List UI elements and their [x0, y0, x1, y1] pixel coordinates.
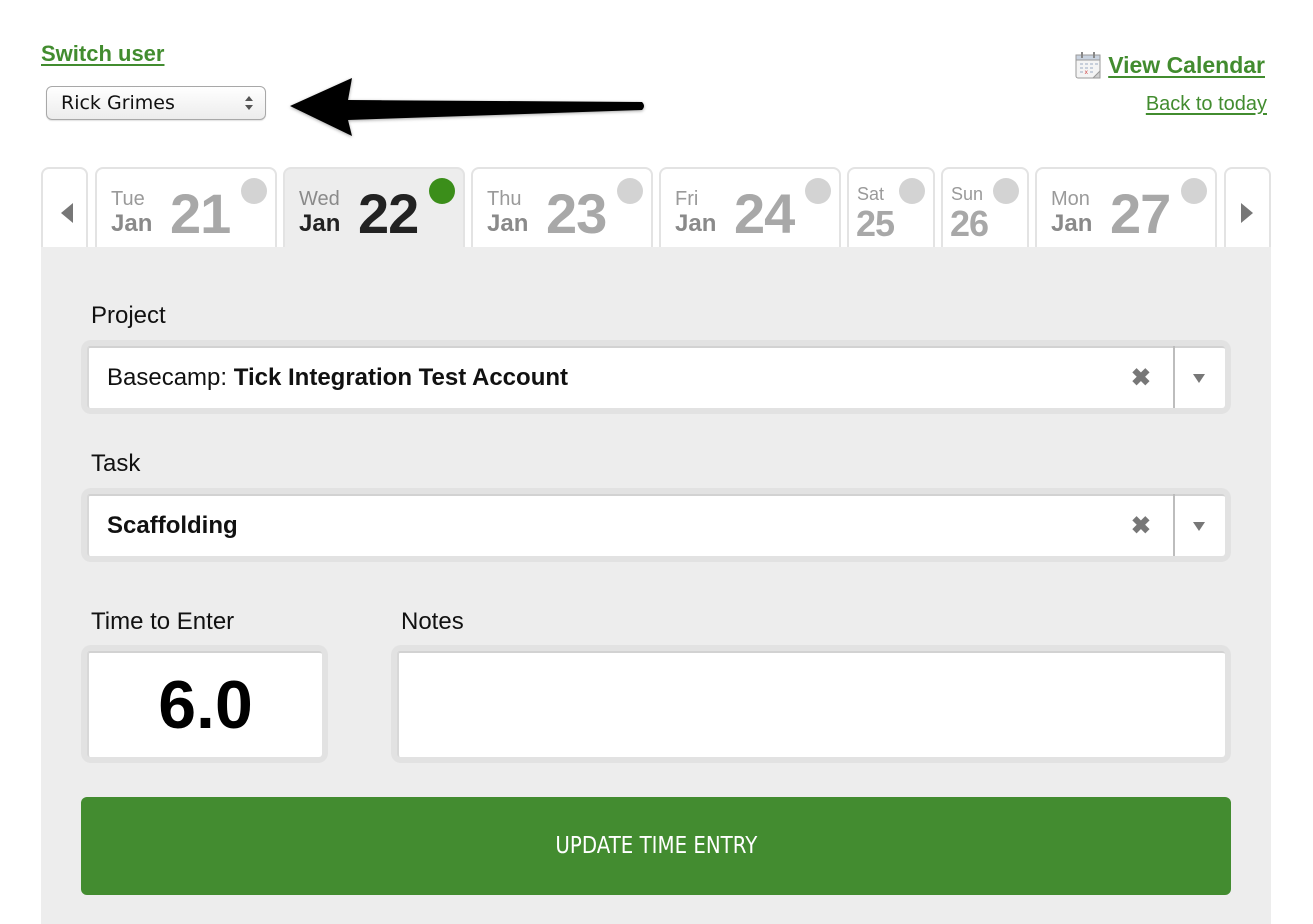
- day-tab-wed-22[interactable]: Wed Jan 22: [283, 167, 465, 247]
- status-dot-icon: [805, 178, 831, 204]
- day-tab-month: Jan: [487, 210, 529, 237]
- task-label: Task: [91, 450, 141, 477]
- view-calendar-link[interactable]: View Calendar: [1108, 52, 1265, 79]
- day-tab-dow: Sun: [951, 184, 984, 204]
- calendar-icon: x: [1075, 52, 1101, 79]
- notes-textarea[interactable]: [397, 651, 1225, 757]
- chevron-down-icon[interactable]: [1193, 374, 1205, 383]
- day-tab-number: 26: [950, 203, 989, 244]
- day-tab-month: Jan: [111, 210, 153, 237]
- select-updown-icon: [245, 95, 253, 111]
- notes-label: Notes: [401, 608, 464, 635]
- switch-user-link[interactable]: Switch user: [41, 41, 164, 67]
- project-field-well: Basecamp: Tick Integration Test Account …: [81, 340, 1231, 414]
- day-tab-number: 21: [170, 182, 231, 245]
- day-tab-dow: Tue: [111, 188, 145, 210]
- chevron-down-icon[interactable]: [1193, 522, 1205, 531]
- project-clear-icon[interactable]: ✖: [1131, 364, 1151, 393]
- day-tab-month: Jan: [675, 210, 717, 237]
- task-field-well: Scaffolding ✖: [81, 488, 1231, 562]
- time-input[interactable]: 6.0: [87, 651, 322, 757]
- task-clear-icon[interactable]: ✖: [1131, 512, 1151, 541]
- chevron-right-icon: [1241, 203, 1253, 223]
- day-tab-fri-24[interactable]: Fri Jan 24: [659, 167, 841, 247]
- next-week-button[interactable]: [1224, 167, 1271, 247]
- task-select-value: Scaffolding: [107, 512, 238, 540]
- project-select-value: Basecamp: Tick Integration Test Account: [107, 364, 568, 392]
- status-dot-icon: [899, 178, 925, 204]
- day-tab-month: Jan: [299, 210, 341, 237]
- status-dot-icon: [617, 178, 643, 204]
- project-label: Project: [91, 302, 166, 329]
- day-tabs: Tue Jan 21 Wed Jan 22 Thu Jan 23 Fri Jan…: [41, 167, 1271, 247]
- project-select[interactable]: Basecamp: Tick Integration Test Account …: [87, 346, 1225, 408]
- project-source: Basecamp:: [107, 364, 234, 391]
- day-tab-number: 23: [546, 182, 607, 245]
- day-tab-number: 22: [358, 182, 419, 245]
- status-dot-icon: [993, 178, 1019, 204]
- status-dot-icon: [1181, 178, 1207, 204]
- day-tab-sat-25[interactable]: Sat 25: [847, 167, 935, 247]
- back-to-today-link[interactable]: Back to today: [1146, 93, 1267, 116]
- select-divider: [1173, 346, 1175, 408]
- select-divider: [1173, 494, 1175, 556]
- day-tab-dow: Thu: [487, 188, 522, 210]
- task-name: Scaffolding: [107, 512, 238, 539]
- day-tab-dow: Fri: [675, 188, 699, 210]
- day-tab-number: 24: [734, 182, 795, 245]
- status-dot-icon: [429, 178, 455, 204]
- time-label: Time to Enter: [91, 608, 235, 635]
- chevron-left-icon: [61, 203, 73, 223]
- day-tab-number: 25: [856, 203, 895, 244]
- view-calendar[interactable]: x View Calendar: [1074, 50, 1265, 80]
- svg-text:x: x: [1085, 69, 1089, 76]
- task-select[interactable]: Scaffolding ✖: [87, 494, 1225, 556]
- day-tab-month: Jan: [1051, 210, 1093, 237]
- status-dot-icon: [241, 178, 267, 204]
- day-tab-mon-27[interactable]: Mon Jan 27: [1035, 167, 1217, 247]
- time-field-well: 6.0: [81, 645, 328, 763]
- user-select-value: Rick Grimes: [61, 92, 175, 114]
- user-select[interactable]: Rick Grimes: [46, 86, 266, 120]
- notes-field-well: [391, 645, 1231, 763]
- update-time-entry-label: UPDATE TIME ENTRY: [555, 833, 757, 859]
- day-tab-dow: Sat: [857, 184, 885, 204]
- annotation-arrow-icon: [290, 78, 644, 136]
- update-time-entry-button[interactable]: UPDATE TIME ENTRY: [81, 797, 1231, 895]
- day-tab-dow: Wed: [299, 188, 340, 210]
- day-tab-thu-23[interactable]: Thu Jan 23: [471, 167, 653, 247]
- prev-week-button[interactable]: [41, 167, 88, 247]
- day-tab-dow: Mon: [1051, 188, 1090, 210]
- project-name: Tick Integration Test Account: [233, 364, 568, 391]
- day-tab-tue-21[interactable]: Tue Jan 21: [95, 167, 277, 247]
- day-tab-sun-26[interactable]: Sun 26: [941, 167, 1029, 247]
- day-tab-number: 27: [1110, 182, 1171, 245]
